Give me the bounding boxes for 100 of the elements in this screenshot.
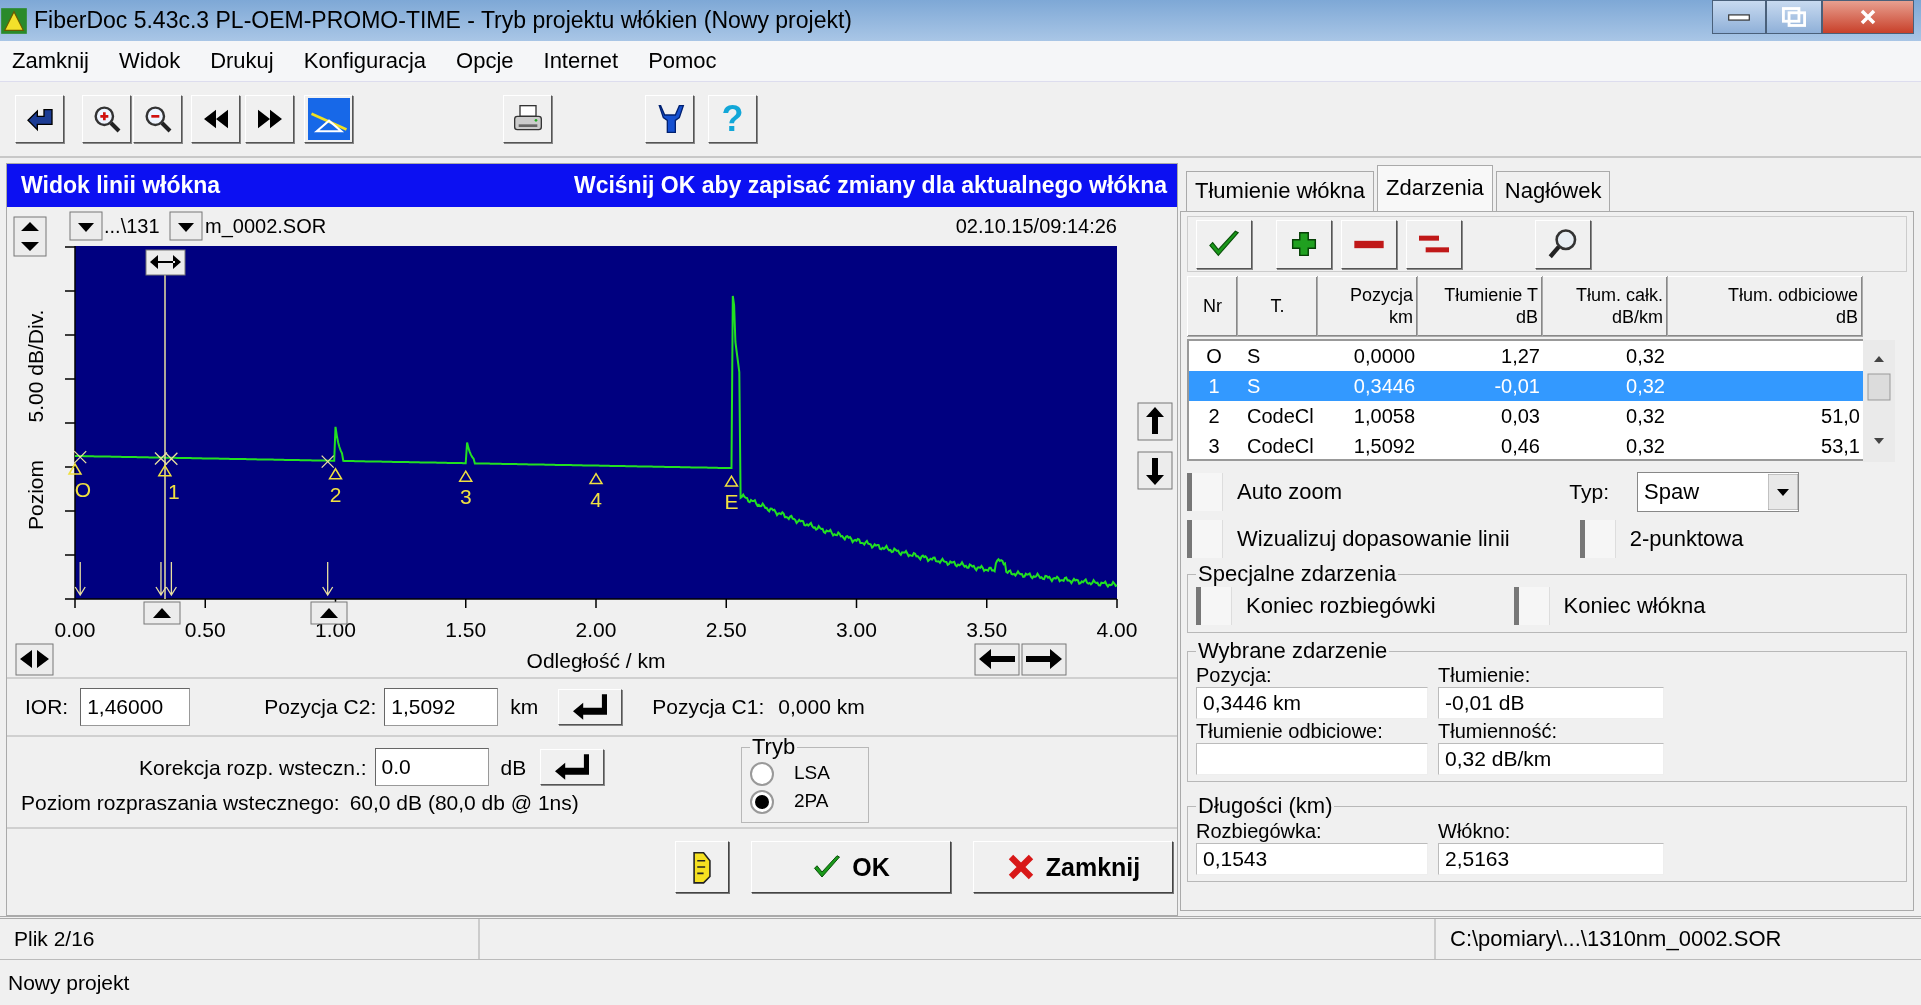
- input-field[interactable]: 2,5163: [1438, 842, 1664, 875]
- option-label: 2PA: [794, 790, 829, 813]
- file-name: ...\131: [104, 215, 160, 237]
- checkbox[interactable]: [1579, 520, 1616, 558]
- field-label: Tłumienie odbiciowe:: [1196, 719, 1384, 744]
- app-icon: [0, 6, 28, 35]
- column-header[interactable]: Nr: [1187, 276, 1238, 337]
- minimize-button[interactable]: [1712, 0, 1766, 34]
- add-button[interactable]: [1276, 219, 1332, 269]
- back-button[interactable]: [15, 95, 64, 143]
- tick-label: 2.00: [575, 618, 617, 641]
- type-dropdown[interactable]: Spaw: [1637, 472, 1799, 512]
- shift-up-button[interactable]: [1137, 402, 1173, 441]
- checkbox[interactable]: [1513, 587, 1550, 626]
- event-marker: [588, 472, 604, 485]
- menu-item[interactable]: Internet: [543, 47, 619, 75]
- event-label: 4: [590, 487, 602, 511]
- axis-title: Odległość / km: [526, 649, 666, 672]
- scroll-right-button[interactable]: [1021, 643, 1067, 676]
- scroll-left-button[interactable]: [974, 643, 1020, 676]
- close-button[interactable]: [1822, 0, 1914, 34]
- maximize-button[interactable]: [1766, 0, 1822, 34]
- unit-label: km: [510, 694, 539, 720]
- table-cell: 51,0: [1669, 401, 1863, 431]
- zoom-out-button[interactable]: [133, 95, 182, 143]
- double-minus-icon: [1417, 234, 1451, 254]
- table-cell-text: 53,1: [1820, 434, 1861, 459]
- remove-button[interactable]: [1341, 219, 1397, 269]
- field-label: Tłumienie:: [1438, 663, 1532, 688]
- cross-marker: [321, 455, 335, 469]
- enter-icon: [573, 694, 608, 720]
- accept-button[interactable]: [1196, 219, 1252, 269]
- cancel-button[interactable]: Zamknij: [973, 841, 1173, 893]
- column-header[interactable]: Tłum. odbiciowe dB: [1667, 276, 1863, 337]
- radio-button[interactable]: [750, 761, 774, 786]
- field-label: Pozycja C1:: [652, 694, 765, 720]
- search-button[interactable]: [1535, 219, 1591, 269]
- zoom-button[interactable]: [15, 643, 54, 676]
- report-button[interactable]: [675, 841, 729, 893]
- menu-item[interactable]: Opcje: [456, 47, 514, 75]
- table-cell-text: 0,46: [1500, 434, 1541, 459]
- input-field[interactable]: 1,46000: [80, 688, 191, 726]
- cross-marker: [73, 450, 87, 464]
- group-title: Tryb: [751, 735, 797, 760]
- tab[interactable]: Tłumienie włókna: [1186, 171, 1374, 211]
- tick-label: 3.50: [966, 618, 1008, 641]
- enter-button[interactable]: [540, 749, 605, 786]
- radio-button-selected[interactable]: [750, 789, 774, 814]
- marker-button[interactable]: [169, 211, 203, 241]
- arrow-marker: [155, 561, 167, 597]
- tab[interactable]: Nagłówek: [1495, 171, 1611, 211]
- arrow-marker: [165, 561, 178, 597]
- previous-button[interactable]: [191, 95, 240, 143]
- input-field[interactable]: 0.0: [374, 748, 489, 787]
- menu-item[interactable]: Widok: [119, 47, 181, 75]
- status-text: Plik 2/16: [0, 919, 480, 959]
- checkbox[interactable]: [1196, 587, 1232, 626]
- menu-item[interactable]: Konfiguracja: [303, 47, 427, 75]
- checkbox[interactable]: [1187, 520, 1223, 558]
- table-cell: 2: [1189, 401, 1239, 431]
- event-marker: [67, 462, 83, 475]
- input-field[interactable]: 1,5092: [384, 688, 499, 726]
- tick-label: 1.50: [445, 618, 487, 641]
- checkbox[interactable]: [1187, 473, 1223, 511]
- field-value: 60,0 dB (80,0 db @ 1ns): [349, 791, 579, 815]
- cursor-button[interactable]: [310, 601, 348, 625]
- menu-item[interactable]: Pomoc: [648, 47, 717, 75]
- event-label: 3: [459, 485, 472, 509]
- cross-marker: [154, 451, 168, 466]
- shift-down-button[interactable]: [1137, 451, 1173, 490]
- remove-all-button[interactable]: [1406, 219, 1462, 269]
- ok-button[interactable]: OK: [751, 841, 951, 893]
- enter-button[interactable]: [558, 689, 623, 725]
- cursor-button[interactable]: [143, 601, 181, 625]
- next-button[interactable]: [245, 95, 294, 143]
- caret-icon: [1768, 474, 1798, 510]
- print-button[interactable]: [503, 95, 552, 143]
- marker-button[interactable]: [69, 211, 103, 241]
- table-cell: S: [1239, 371, 1319, 401]
- trace-view-button[interactable]: [304, 95, 353, 143]
- table-cell: 1,27: [1419, 341, 1544, 371]
- column-header[interactable]: T.: [1237, 276, 1318, 337]
- settings-button[interactable]: [645, 95, 694, 143]
- status-message: Nowy projekt: [8, 969, 130, 996]
- column-header[interactable]: Pozycja km: [1317, 276, 1418, 337]
- menu-item[interactable]: Drukuj: [210, 47, 274, 75]
- input-field[interactable]: [1196, 743, 1428, 776]
- input-field[interactable]: 0,1543: [1196, 842, 1428, 875]
- tick-label: 0.00: [54, 618, 96, 641]
- menu-item[interactable]: Zamknij: [12, 47, 89, 75]
- input-field[interactable]: 0,32 dB/km: [1438, 743, 1664, 776]
- input-field[interactable]: 0,3446 km: [1196, 687, 1428, 720]
- tab[interactable]: Zdarzenia: [1376, 165, 1493, 211]
- scrollbar[interactable]: [1863, 340, 1895, 462]
- scroll-button[interactable]: [13, 216, 47, 257]
- column-header[interactable]: Tłumienie T dB: [1417, 276, 1543, 337]
- input-field[interactable]: -0,01 dB: [1438, 687, 1664, 720]
- cursor-button[interactable]: [145, 249, 186, 276]
- column-header[interactable]: Tłum. całk. dB/km: [1542, 276, 1668, 337]
- zoom-in-button[interactable]: [82, 95, 131, 143]
